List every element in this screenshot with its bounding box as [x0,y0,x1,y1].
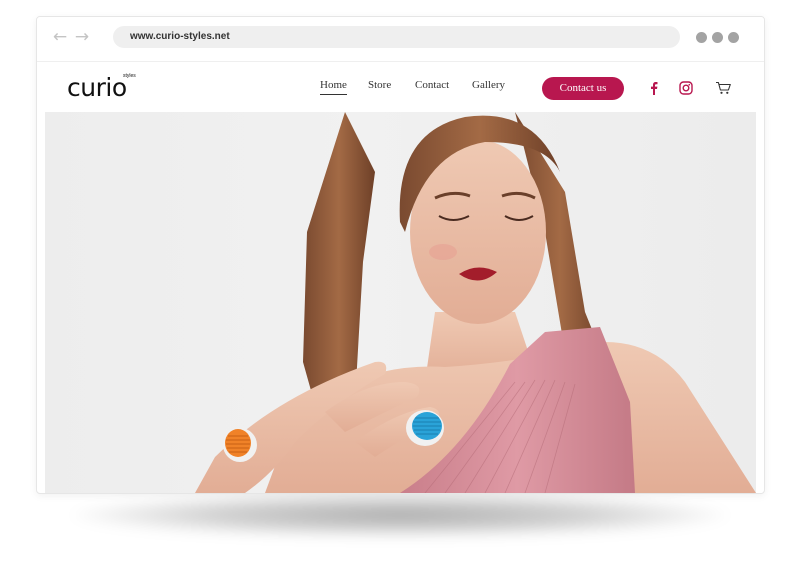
window-dot [696,32,707,43]
instagram-icon[interactable] [679,81,693,95]
nav-store[interactable]: Store [368,79,391,91]
nav-gallery[interactable]: Gallery [472,79,505,91]
model-photo [195,112,756,493]
browser-chrome: ← → www.curio-styles.net [37,17,764,62]
window-dot [712,32,723,43]
arrow-left-icon[interactable]: ← [51,28,69,46]
nav-contact[interactable]: Contact [415,79,449,91]
window-shadow [70,492,730,538]
site-header: curio styles Home Store Contact Gallery … [45,62,756,112]
browser-window: ← → www.curio-styles.net curio styles Ho… [36,16,765,494]
nav-home[interactable]: Home [320,79,347,95]
logo-subtitle: styles [123,73,136,79]
cart-icon[interactable] [715,81,732,95]
orange-ring [223,428,257,462]
contact-us-button[interactable]: Contact us [542,77,624,100]
site-logo[interactable]: curio [67,74,127,102]
address-bar[interactable]: www.curio-styles.net [113,26,680,48]
window-dot [728,32,739,43]
hero-image [45,112,756,493]
website: curio styles Home Store Contact Gallery … [45,62,756,493]
facebook-icon[interactable] [650,81,658,95]
arrow-right-icon[interactable]: → [73,28,91,46]
